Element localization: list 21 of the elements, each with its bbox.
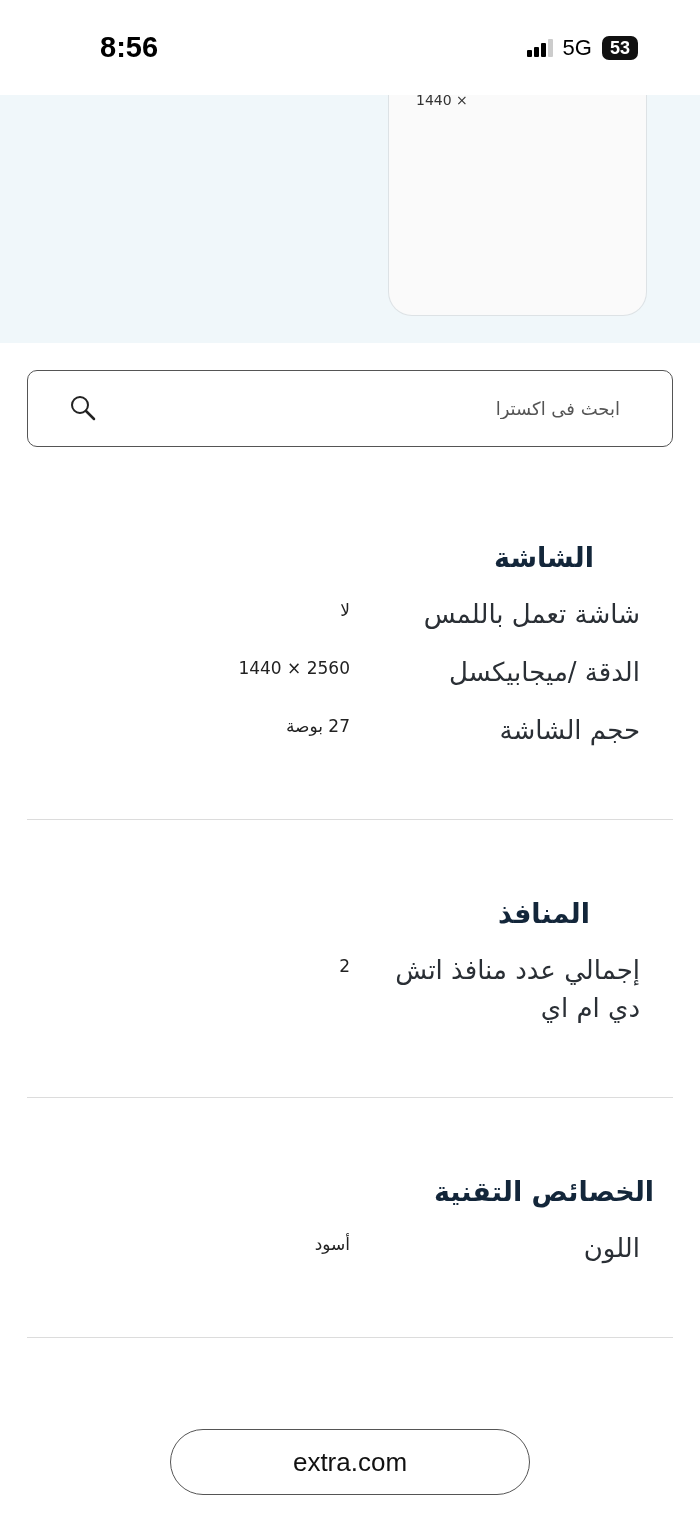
spec-label: اللون xyxy=(582,1232,640,1266)
card-caption: 1440 × xyxy=(416,95,469,105)
spec-label: حجم الشاشة xyxy=(498,714,640,748)
spec-label: إجمالي عدد منافذ اتش دي ام اي xyxy=(394,954,640,1025)
section-title: الخصائص التقنية xyxy=(433,1176,655,1207)
network-label: 5G xyxy=(562,34,592,61)
spec-label: شاشة تعمل باللمس xyxy=(422,598,640,631)
spec-value: أسود xyxy=(314,1232,350,1256)
status-time: 8:56 xyxy=(100,31,159,64)
section-title: الشاشة xyxy=(494,542,594,573)
spec-value: 27 بوصة xyxy=(285,715,350,738)
spec-value: 2 xyxy=(339,955,350,978)
spec-value: 2560 × 1440 xyxy=(238,657,350,680)
spec-label: الدقة /ميجابيكسل xyxy=(448,656,640,689)
address-bar[interactable]: extra.com xyxy=(170,1429,530,1495)
battery-indicator: 53 xyxy=(601,35,638,60)
search-field[interactable]: ابحث فى اكسترا xyxy=(27,370,673,447)
spec-value: لا xyxy=(340,599,350,622)
search-icon xyxy=(69,394,97,422)
signal-icon xyxy=(526,38,553,57)
section-title: المنافذ xyxy=(498,898,590,929)
